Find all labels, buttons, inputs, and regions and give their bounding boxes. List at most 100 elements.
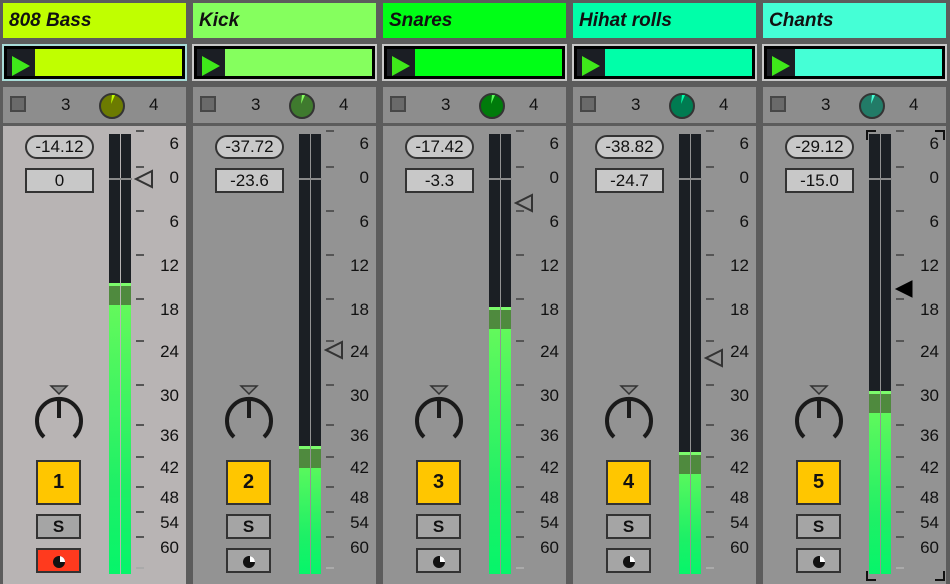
volume-field[interactable]: 0 bbox=[25, 168, 94, 193]
clip-slot[interactable] bbox=[2, 44, 187, 81]
scale-tick bbox=[516, 166, 524, 168]
volume-field[interactable]: -23.6 bbox=[215, 168, 284, 193]
clip-slot[interactable] bbox=[572, 44, 757, 81]
meter-left-fill bbox=[869, 390, 880, 574]
clip-slot[interactable] bbox=[762, 44, 947, 81]
volume-fader-handle-icon[interactable] bbox=[704, 348, 724, 368]
clip-play-button[interactable] bbox=[577, 49, 605, 76]
volume-fader-handle-icon[interactable] bbox=[324, 340, 344, 360]
zero-db-line bbox=[679, 178, 702, 180]
clip-slot[interactable] bbox=[192, 44, 377, 81]
scale-label: 60 bbox=[920, 538, 939, 557]
pan-knob-icon[interactable] bbox=[222, 384, 276, 448]
scale-tick bbox=[516, 511, 524, 513]
monitor-button[interactable] bbox=[606, 548, 651, 573]
pan-knob-icon[interactable] bbox=[32, 384, 86, 448]
meter-right-fill bbox=[501, 306, 511, 574]
peak-level-display[interactable]: -37.72 bbox=[215, 135, 284, 159]
track-activator-button[interactable]: 5 bbox=[796, 460, 841, 505]
scale-tick bbox=[326, 166, 334, 168]
scale-label: 18 bbox=[350, 300, 369, 319]
arm-toggle[interactable] bbox=[580, 96, 596, 112]
track-name[interactable]: 808 Bass bbox=[3, 3, 186, 38]
arm-toggle[interactable] bbox=[390, 96, 406, 112]
clip[interactable] bbox=[795, 49, 942, 76]
arm-toggle[interactable] bbox=[10, 96, 26, 112]
clip-play-button[interactable] bbox=[7, 49, 35, 76]
send-controls: 3 4 bbox=[193, 87, 376, 123]
scale-label: 48 bbox=[540, 488, 559, 507]
track-activator-button[interactable]: 1 bbox=[36, 460, 81, 505]
scale-label: 6 bbox=[169, 134, 179, 153]
scale-label: 0 bbox=[929, 168, 939, 187]
monitor-button[interactable] bbox=[416, 548, 461, 573]
clip[interactable] bbox=[415, 49, 562, 76]
level-meter bbox=[869, 134, 892, 574]
pan-knob-icon[interactable] bbox=[412, 384, 466, 448]
volume-fader-handle-icon[interactable] bbox=[134, 169, 154, 189]
scale-tick bbox=[136, 567, 144, 569]
play-icon bbox=[12, 56, 30, 76]
arm-toggle[interactable] bbox=[200, 96, 216, 112]
send-a-value: 3 bbox=[821, 95, 831, 114]
peak-level-display[interactable]: -38.82 bbox=[595, 135, 664, 159]
send-knob-icon[interactable] bbox=[668, 92, 696, 120]
scale-tick bbox=[326, 536, 334, 538]
track-name[interactable]: Snares bbox=[383, 3, 566, 38]
scale-tick bbox=[326, 254, 334, 256]
scale-label: 42 bbox=[160, 458, 179, 477]
scale-tick bbox=[326, 486, 334, 488]
scale-label: 12 bbox=[350, 256, 369, 275]
send-knob-icon[interactable] bbox=[98, 92, 126, 120]
send-knob-icon[interactable] bbox=[478, 92, 506, 120]
scale-label: 54 bbox=[350, 513, 369, 532]
zero-db-line bbox=[489, 178, 512, 180]
scale-tick bbox=[896, 567, 904, 569]
arm-toggle[interactable] bbox=[770, 96, 786, 112]
scale-tick bbox=[516, 536, 524, 538]
monitor-button[interactable] bbox=[796, 548, 841, 573]
meter-left-hold bbox=[299, 448, 310, 469]
peak-level-display[interactable]: -17.42 bbox=[405, 135, 474, 159]
solo-button[interactable]: S bbox=[36, 514, 81, 539]
scale-tick bbox=[896, 166, 904, 168]
scale-label: 60 bbox=[540, 538, 559, 557]
peak-level-display[interactable]: -14.12 bbox=[25, 135, 94, 159]
monitor-button[interactable] bbox=[226, 548, 271, 573]
pan-knob-icon[interactable] bbox=[792, 384, 846, 448]
volume-field[interactable]: -3.3 bbox=[405, 168, 474, 193]
track-activator-button[interactable]: 4 bbox=[606, 460, 651, 505]
send-knob-icon[interactable] bbox=[288, 92, 316, 120]
track-name[interactable]: Hihat rolls bbox=[573, 3, 756, 38]
track-name[interactable]: Chants bbox=[763, 3, 946, 38]
clip-play-button[interactable] bbox=[197, 49, 225, 76]
clip-slot[interactable] bbox=[382, 44, 567, 81]
volume-fader-handle-icon[interactable] bbox=[514, 193, 534, 213]
track-name[interactable]: Kick bbox=[193, 3, 376, 38]
peak-level-display[interactable]: -29.12 bbox=[785, 135, 854, 159]
scale-tick bbox=[706, 210, 714, 212]
solo-button[interactable]: S bbox=[416, 514, 461, 539]
volume-field[interactable]: -24.7 bbox=[595, 168, 664, 193]
meter-left-peak bbox=[869, 390, 880, 394]
scale-tick bbox=[326, 456, 334, 458]
pan-knob-icon[interactable] bbox=[602, 384, 656, 448]
volume-field[interactable]: -15.0 bbox=[785, 168, 854, 193]
scale-label: 48 bbox=[730, 488, 749, 507]
clip[interactable] bbox=[35, 49, 182, 76]
volume-fader-handle-icon[interactable] bbox=[894, 279, 914, 299]
send-knob-icon[interactable] bbox=[858, 92, 886, 120]
clip[interactable] bbox=[225, 49, 372, 76]
clip-play-button[interactable] bbox=[387, 49, 415, 76]
monitor-button[interactable] bbox=[36, 548, 81, 573]
scale-label: 6 bbox=[359, 212, 369, 231]
track-activator-button[interactable]: 2 bbox=[226, 460, 271, 505]
track-activator-button[interactable]: 3 bbox=[416, 460, 461, 505]
track-strip-4: Hihat rolls 3 4 -38.82 -24.7 6 0 6 12 18… bbox=[570, 0, 757, 584]
solo-button[interactable]: S bbox=[606, 514, 651, 539]
solo-button[interactable]: S bbox=[226, 514, 271, 539]
clip[interactable] bbox=[605, 49, 752, 76]
scale-label: 36 bbox=[350, 426, 369, 445]
clip-play-button[interactable] bbox=[767, 49, 795, 76]
solo-button[interactable]: S bbox=[796, 514, 841, 539]
